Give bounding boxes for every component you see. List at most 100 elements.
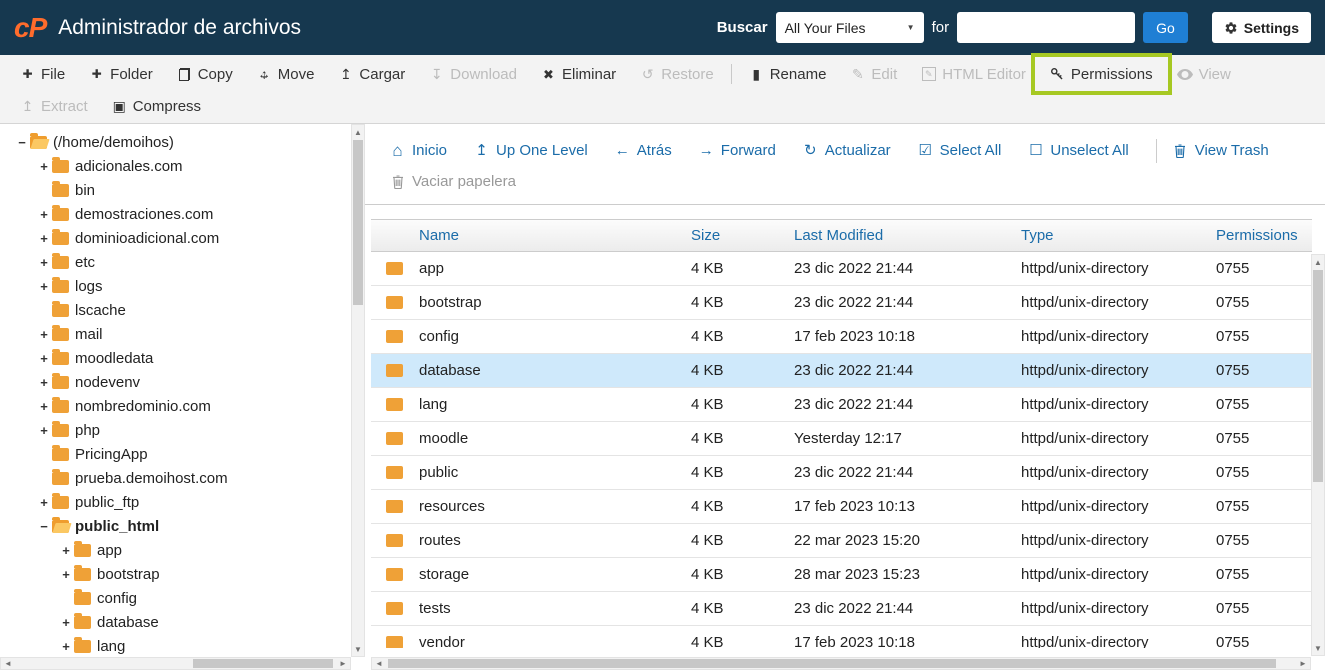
forward-nav-item[interactable]: → Forward bbox=[699, 142, 776, 159]
settings-button[interactable]: Settings bbox=[1211, 12, 1311, 43]
folder-icon bbox=[74, 540, 91, 557]
table-row[interactable]: routes 4 KB 22 mar 2023 15:20 httpd/unix-di… bbox=[371, 524, 1312, 558]
expand-icon[interactable]: + bbox=[38, 255, 50, 270]
download-button: ↧ Download bbox=[417, 60, 529, 88]
tree-item[interactable]: − public_html bbox=[0, 514, 365, 538]
expand-icon[interactable]: + bbox=[38, 207, 50, 222]
collapse-icon[interactable]: − bbox=[38, 519, 50, 534]
scroll-thumb[interactable] bbox=[353, 140, 363, 305]
tree-item[interactable]: + dominioadicional.com bbox=[0, 226, 365, 250]
scroll-up-icon[interactable]: ▲ bbox=[352, 125, 364, 139]
atr-s-nav-item[interactable]: ← Atrás bbox=[615, 142, 672, 159]
table-row[interactable]: database 4 KB 23 dic 2022 21:44 httpd/unix-… bbox=[371, 354, 1312, 388]
tree-item[interactable]: − (/home/demoihos) bbox=[0, 130, 365, 154]
tree-item[interactable]: + public_ftp bbox=[0, 490, 365, 514]
table-row[interactable]: lang 4 KB 23 dic 2022 21:44 httpd/unix-dire… bbox=[371, 388, 1312, 422]
tree-item[interactable]: + adicionales.com bbox=[0, 154, 365, 178]
expand-icon[interactable]: + bbox=[38, 375, 50, 390]
column-header-permissions[interactable]: Permissions bbox=[1212, 227, 1312, 244]
tree-item[interactable]: + etc bbox=[0, 250, 365, 274]
tree-item-label: nombredominio.com bbox=[75, 397, 211, 415]
go-button[interactable]: Go bbox=[1143, 12, 1188, 43]
sidebar-vertical-scrollbar[interactable]: ▲ ▼ bbox=[351, 124, 365, 657]
permissions-button[interactable]: Permissions bbox=[1030, 53, 1172, 95]
tree-item[interactable]: lscache bbox=[0, 298, 365, 322]
expand-icon[interactable]: + bbox=[38, 231, 50, 246]
search-input[interactable] bbox=[957, 12, 1136, 43]
scroll-right-icon[interactable]: ► bbox=[1296, 658, 1310, 669]
expand-icon[interactable]: + bbox=[38, 279, 50, 294]
table-row[interactable]: public 4 KB 23 dic 2022 21:44 httpd/unix-di… bbox=[371, 456, 1312, 490]
tree-item[interactable]: bin bbox=[0, 178, 365, 202]
rename-button[interactable]: ▮ Rename bbox=[737, 60, 839, 88]
tree-item[interactable]: + nombredominio.com bbox=[0, 394, 365, 418]
tree-item[interactable]: + demostraciones.com bbox=[0, 202, 365, 226]
expand-icon[interactable]: + bbox=[38, 159, 50, 174]
table-row[interactable]: bootstrap 4 KB 23 dic 2022 21:44 httpd/unix… bbox=[371, 286, 1312, 320]
search-scope-select[interactable]: All Your Files ▼ bbox=[775, 12, 924, 43]
table-row[interactable]: storage 4 KB 28 mar 2023 15:23 httpd/unix-d… bbox=[371, 558, 1312, 592]
scroll-right-icon[interactable]: ► bbox=[336, 658, 350, 669]
eliminar-button[interactable]: ✖ Eliminar bbox=[529, 60, 628, 88]
expand-icon[interactable]: + bbox=[60, 567, 72, 582]
folder-button[interactable]: ✚ Folder bbox=[77, 60, 165, 88]
tree-item[interactable]: + mail bbox=[0, 322, 365, 346]
expand-icon[interactable]: + bbox=[60, 615, 72, 630]
view-trash-nav-item[interactable]: View Trash bbox=[1173, 142, 1269, 159]
select-all-nav-item[interactable]: ☑ Select All bbox=[918, 142, 1001, 159]
table-row[interactable]: app 4 KB 23 dic 2022 21:44 httpd/unix-direc… bbox=[371, 252, 1312, 286]
actualizar-nav-item[interactable]: ↻ Actualizar bbox=[803, 142, 891, 159]
inicio-nav-item[interactable]: ⌂ Inicio bbox=[390, 142, 447, 159]
tree-item[interactable]: config bbox=[0, 586, 365, 610]
toolbar-separator bbox=[1155, 138, 1157, 163]
table-row[interactable]: tests 4 KB 23 dic 2022 21:44 httpd/unix-dir… bbox=[371, 592, 1312, 626]
expand-icon[interactable]: + bbox=[38, 423, 50, 438]
tree-item[interactable]: + php bbox=[0, 418, 365, 442]
scroll-thumb[interactable] bbox=[1313, 270, 1323, 482]
tree-item[interactable]: prueba.demoihost.com bbox=[0, 466, 365, 490]
expand-icon[interactable]: + bbox=[60, 639, 72, 654]
collapse-icon[interactable]: − bbox=[16, 135, 28, 150]
copy-button[interactable]: Copy bbox=[165, 60, 245, 88]
tree-item[interactable]: PricingApp bbox=[0, 442, 365, 466]
table-horizontal-scrollbar[interactable]: ◄ ► bbox=[371, 657, 1311, 670]
tree-item[interactable]: + logs bbox=[0, 274, 365, 298]
move-button[interactable]: ↔ ↕ Move bbox=[245, 60, 327, 88]
expand-icon[interactable]: + bbox=[38, 495, 50, 510]
last-modified-cell: 17 feb 2023 10:18 bbox=[794, 328, 915, 345]
column-header-name[interactable]: Name bbox=[415, 227, 687, 244]
table-row[interactable]: vendor 4 KB 17 feb 2023 10:18 httpd/unix-di… bbox=[371, 626, 1312, 648]
scroll-thumb[interactable] bbox=[388, 659, 1276, 668]
sidebar-horizontal-scrollbar[interactable]: ◄ ► bbox=[0, 657, 351, 670]
view-icon bbox=[1176, 68, 1193, 80]
scroll-up-icon[interactable]: ▲ bbox=[1312, 255, 1324, 269]
tree-item[interactable]: + app bbox=[0, 538, 365, 562]
scroll-left-icon[interactable]: ◄ bbox=[1, 658, 15, 669]
tree-item[interactable]: + lang bbox=[0, 634, 365, 657]
tree-item[interactable]: + nodevenv bbox=[0, 370, 365, 394]
scroll-thumb[interactable] bbox=[192, 659, 333, 668]
column-header-type[interactable]: Type bbox=[1017, 227, 1212, 244]
file-button[interactable]: ✚ File bbox=[8, 60, 77, 88]
table-row[interactable]: config 4 KB 17 feb 2023 10:18 httpd/unix-di… bbox=[371, 320, 1312, 354]
tree-item-label: lang bbox=[97, 637, 126, 655]
column-header-size[interactable]: Size bbox=[687, 227, 790, 244]
column-header-last-modified[interactable]: Last Modified bbox=[790, 227, 1017, 244]
tree-item[interactable]: + database bbox=[0, 610, 365, 634]
unselect-all-nav-item[interactable]: ☐ Unselect All bbox=[1028, 142, 1129, 159]
scroll-down-icon[interactable]: ▼ bbox=[352, 642, 364, 656]
up-one-level-nav-item[interactable]: ↥ Up One Level bbox=[474, 142, 588, 159]
expand-icon[interactable]: + bbox=[38, 351, 50, 366]
cargar-button[interactable]: ↥ Cargar bbox=[326, 60, 417, 88]
table-row[interactable]: resources 4 KB 17 feb 2023 10:13 httpd/unix… bbox=[371, 490, 1312, 524]
table-vertical-scrollbar[interactable]: ▲ ▼ bbox=[1311, 254, 1325, 656]
table-row[interactable]: moodle 4 KB Yesterday 12:17 httpd/unix-dire… bbox=[371, 422, 1312, 456]
expand-icon[interactable]: + bbox=[60, 543, 72, 558]
tree-item[interactable]: + bootstrap bbox=[0, 562, 365, 586]
expand-icon[interactable]: + bbox=[38, 399, 50, 414]
scroll-down-icon[interactable]: ▼ bbox=[1312, 641, 1324, 655]
scroll-left-icon[interactable]: ◄ bbox=[372, 658, 386, 669]
tree-item[interactable]: + moodledata bbox=[0, 346, 365, 370]
expand-icon[interactable]: + bbox=[38, 327, 50, 342]
compress-button[interactable]: ▣ Compress bbox=[100, 92, 213, 120]
